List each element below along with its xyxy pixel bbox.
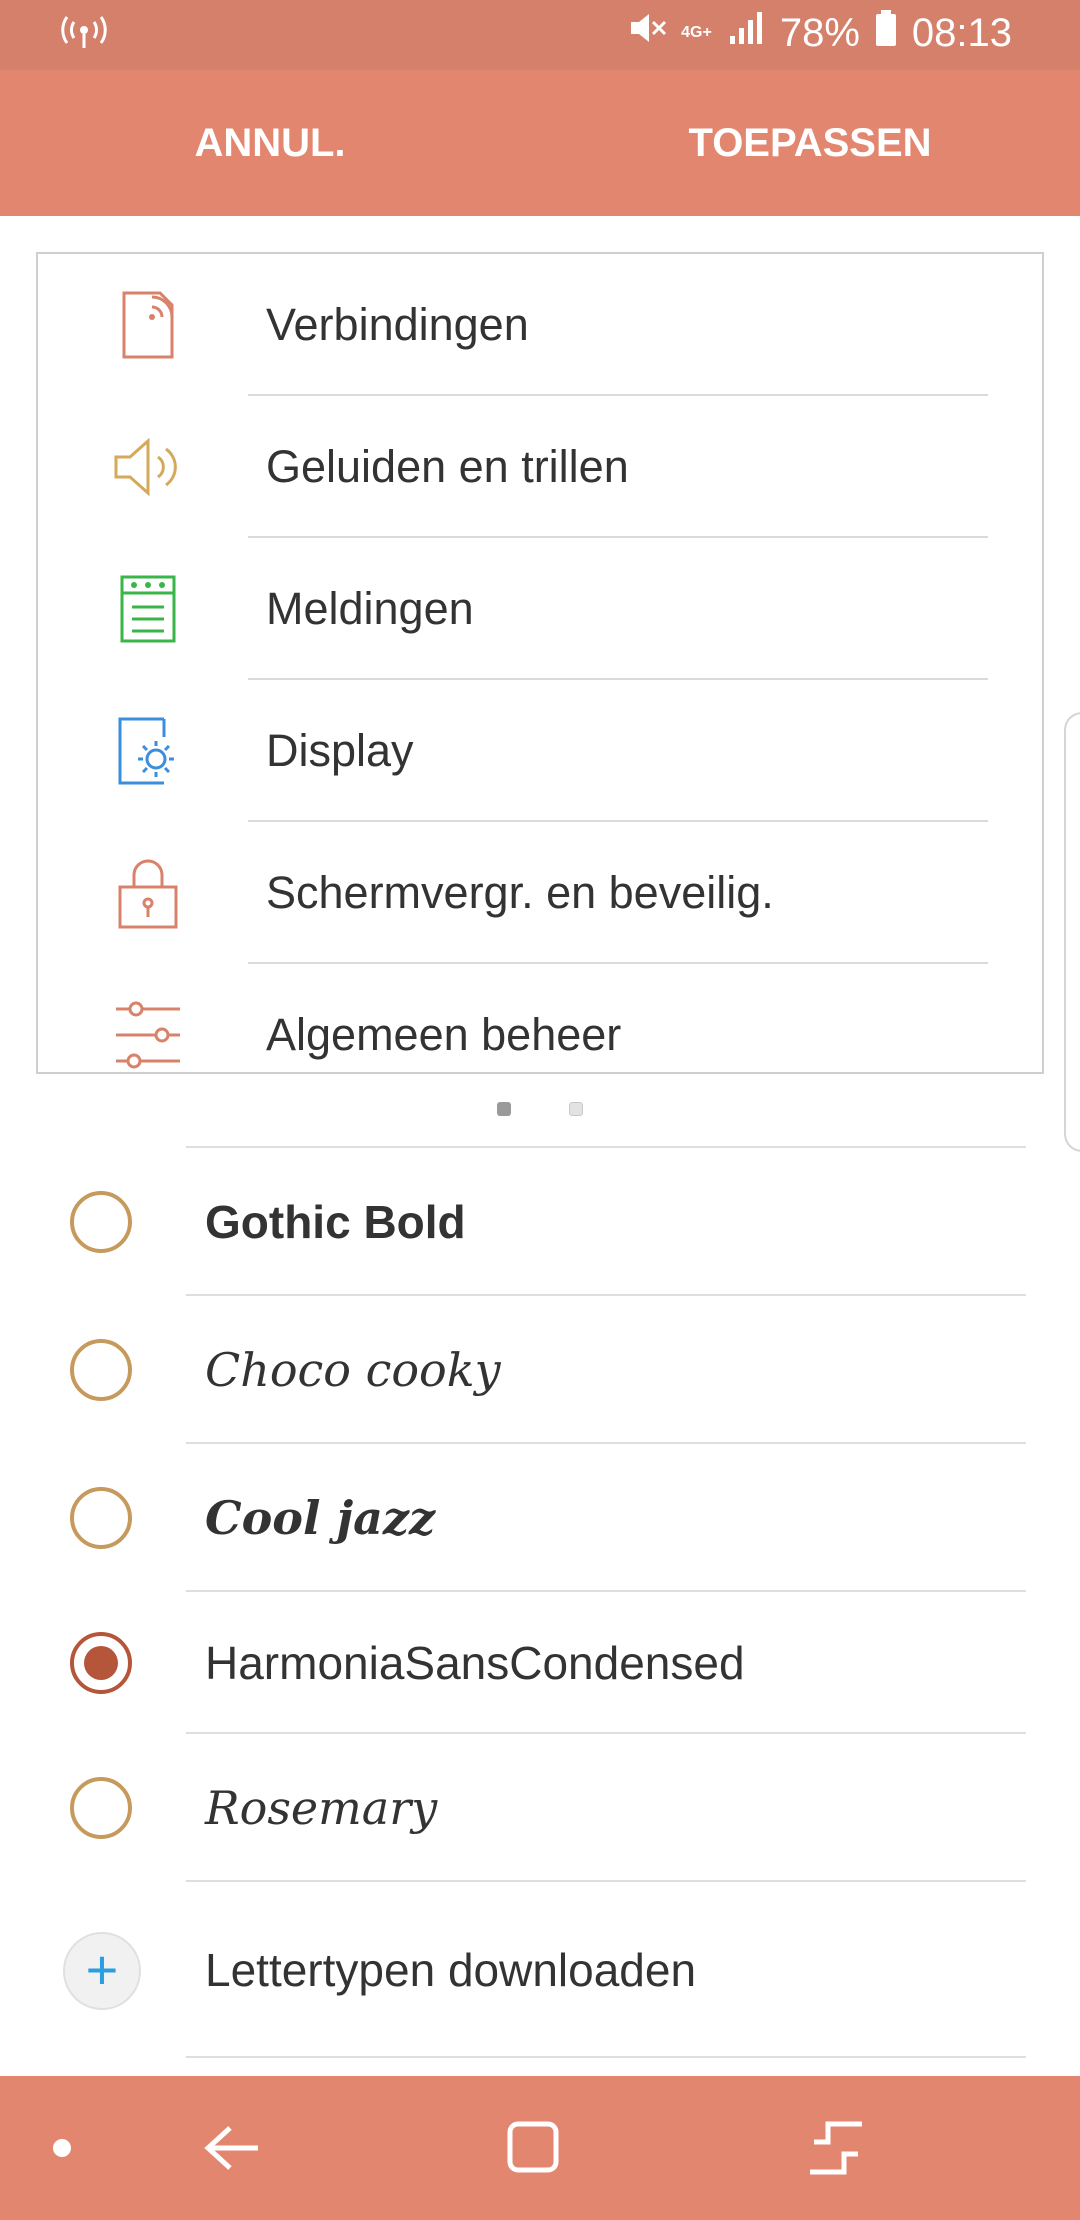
display-icon	[108, 711, 188, 791]
preview-item-label: Verbindingen	[266, 299, 529, 350]
home-icon[interactable]	[498, 2112, 570, 2184]
battery-level: 78%	[779, 10, 860, 55]
page-indicator-2[interactable]	[569, 1102, 583, 1116]
preview-item-connections: Verbindingen	[38, 254, 1042, 396]
speaker-icon	[108, 427, 188, 507]
plus-icon[interactable]: +	[63, 1932, 141, 2010]
page-indicator-1[interactable]	[497, 1102, 511, 1116]
status-bar: 4G+ 78% 08:13	[0, 0, 1080, 70]
font-preview-panel[interactable]: Verbindingen Geluiden en trillen Melding…	[36, 252, 1044, 1074]
preview-item-lockscreen: Schermvergr. en beveilig.	[38, 822, 1042, 964]
mute-icon	[627, 8, 667, 58]
cancel-button[interactable]: ANNUL.	[0, 70, 540, 216]
sliders-icon	[108, 995, 188, 1072]
font-option-rosemary[interactable]: Rosemary	[0, 1734, 1080, 1882]
preview-item-general: Algemeen beheer	[38, 964, 1042, 1072]
radio-button[interactable]	[70, 1339, 132, 1401]
font-option-choco-cooky[interactable]: Choco cooky	[0, 1296, 1080, 1444]
battery-icon	[874, 8, 898, 58]
action-bar: ANNUL. TOEPASSEN	[0, 70, 1080, 216]
preview-item-notifications: Meldingen	[38, 538, 1042, 680]
preview-item-label: Meldingen	[266, 583, 474, 634]
lock-icon	[108, 853, 188, 933]
back-icon[interactable]	[196, 2112, 268, 2184]
preview-item-label: Geluiden en trillen	[266, 441, 629, 492]
font-option-gothic-bold[interactable]: Gothic Bold	[0, 1148, 1080, 1296]
font-option-cool-jazz[interactable]: Cool jazz	[0, 1444, 1080, 1592]
preview-item-label: Display	[266, 725, 414, 776]
font-option-label: HarmoniaSansCondensed	[205, 1637, 745, 1689]
download-fonts-label: Lettertypen downloaden	[205, 1944, 697, 1996]
recents-icon[interactable]	[800, 2112, 872, 2184]
font-option-harmonia[interactable]: HarmoniaSansCondensed	[0, 1592, 1080, 1734]
clock: 08:13	[911, 10, 1012, 55]
font-option-label: Cool jazz	[205, 1491, 436, 1545]
font-option-label: Choco cooky	[205, 1343, 501, 1397]
preview-item-label: Algemeen beheer	[266, 1009, 622, 1060]
connections-icon	[108, 285, 188, 365]
radio-button-selected[interactable]	[70, 1632, 132, 1694]
network-type: 4G+	[681, 24, 712, 41]
preview-item-sounds: Geluiden en trillen	[38, 396, 1042, 538]
apply-button[interactable]: TOEPASSEN	[540, 70, 1080, 216]
divider	[186, 2056, 1026, 2058]
download-fonts-item[interactable]: + Lettertypen downloaden	[0, 1882, 1080, 2058]
font-option-label: Gothic Bold	[205, 1196, 466, 1248]
radio-button[interactable]	[70, 1487, 132, 1549]
scroll-indicator[interactable]	[1064, 712, 1080, 1152]
preview-item-display: Display	[38, 680, 1042, 822]
radio-button[interactable]	[70, 1191, 132, 1253]
radio-button[interactable]	[70, 1777, 132, 1839]
signal-icon	[726, 8, 766, 58]
hotspot-icon	[60, 14, 108, 55]
font-option-label: Rosemary	[205, 1781, 438, 1835]
notifications-icon	[108, 569, 188, 649]
preview-item-label: Schermvergr. en beveilig.	[266, 867, 774, 918]
dot-icon[interactable]	[26, 2112, 98, 2184]
navigation-bar	[0, 2076, 1080, 2220]
